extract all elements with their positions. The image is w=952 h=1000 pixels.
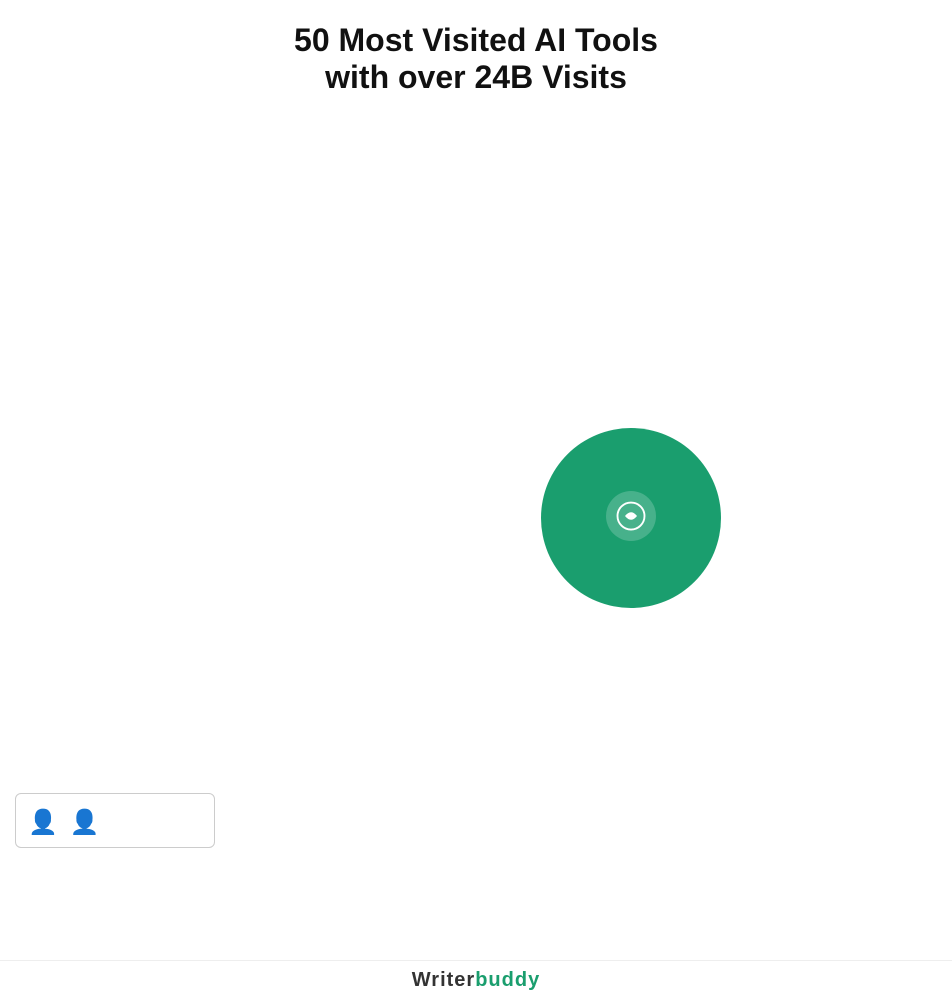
- central-chatgpt: [541, 428, 721, 608]
- footer-buddy: buddy: [475, 969, 540, 991]
- gender-box: 👤 👤: [15, 793, 215, 848]
- main-content: 👤 👤: [0, 108, 952, 928]
- header-title: 50 Most Visited AI Toolswith over 24B Vi…: [20, 22, 932, 96]
- circle-viz: [310, 108, 952, 928]
- footer-writer: Writer: [412, 969, 475, 991]
- chatgpt-icon: [606, 491, 656, 541]
- pie-container: [742, 788, 942, 868]
- footer: Writerbuddy: [0, 960, 952, 1000]
- gender-row: 👤 👤: [28, 808, 202, 839]
- traffic-section: [742, 783, 942, 868]
- gender-male: 👤: [28, 808, 58, 839]
- gender-female: 👤: [70, 808, 100, 839]
- header: 50 Most Visited AI Toolswith over 24B Vi…: [0, 0, 952, 108]
- male-icon: 👤: [28, 808, 58, 837]
- female-icon: 👤: [70, 808, 100, 837]
- left-panel: 👤 👤: [0, 108, 310, 928]
- traffic-pie: [742, 788, 822, 868]
